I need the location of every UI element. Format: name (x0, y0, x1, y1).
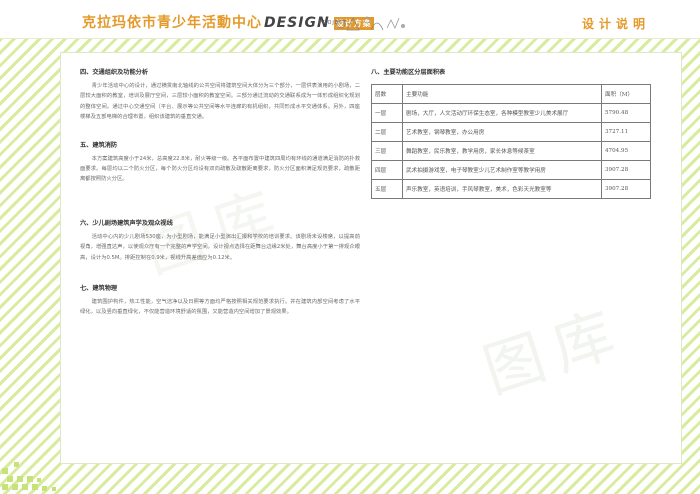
table-cell: 五层 (371, 179, 403, 199)
section-8-title: 八、主要功能区分层面积表 (371, 69, 446, 76)
table-header-cell: 面积（M） (601, 84, 651, 104)
table-cell: 一层 (371, 103, 403, 123)
page-title: 设计说明 (582, 17, 651, 31)
table-cell: 声乐教室，英语培训，手风琴教室，美术，色彩天光教室等 (402, 179, 602, 199)
table-cell: 3727.11 (601, 122, 651, 142)
content-sheet: 图库 图库 四、交通组织及功能分析 青少年活动中心的设计，通过横贯南北轴线的公共… (60, 52, 682, 464)
section-6-title: 六、少儿剧场建筑声学及观众视线 (80, 219, 173, 227)
section-4-title: 四、交通组织及功能分析 (80, 69, 149, 76)
decorative-sketch-icon (336, 16, 405, 31)
table-row: 二层 艺术教室，钢琴教室，办公用房 3727.11 (371, 122, 651, 142)
section-7-title: 七、建筑物理 (80, 285, 118, 293)
table-cell: 二层 (371, 122, 403, 142)
table-cell: 3907.28 (601, 179, 651, 199)
section-5-text: 本方案建筑高度小于24米，总高度22.8米，耐火等级一级。各平面布置中建筑四周均… (80, 155, 360, 183)
table-row: 四层 武术拍摄游戏室，电子琴教室少儿艺术制作室等教学用房 3907.28 (371, 160, 651, 180)
pixel-pattern-decoration (2, 462, 56, 491)
left-column: 四、交通组织及功能分析 青少年活动中心的设计，通过横贯南北轴线的公共空间将建筑空… (80, 67, 360, 318)
table-row: 三层 舞蹈教室，民乐教室，教学用房，家长休息等候茶室 4704.95 (371, 141, 651, 161)
table-cell: 剧场，大厅，人文活动厅环保生态室，各种模型教室少儿美术展厅 (402, 103, 602, 123)
brand-title: 克拉玛依市青少年活動中心 (82, 15, 262, 31)
table-cell: 5790.48 (601, 103, 651, 123)
table-cell: 艺术教室，钢琴教室，办公用房 (402, 122, 602, 142)
table-cell: 武术拍摄游戏室，电子琴教室少儿艺术制作室等教学用房 (402, 160, 602, 180)
table-header-cell: 层数 (371, 84, 403, 104)
table-row: 一层 剧场，大厅，人文活动厅环保生态室，各种模型教室少儿美术展厅 5790.48 (371, 103, 651, 123)
table-cell: 3907.28 (601, 160, 651, 180)
table-header-cell: 主要功能 (402, 84, 602, 104)
area-table: 层数 主要功能 面积（M） 一层 剧场，大厅，人文活动厅环保生态室，各种模型教室… (371, 84, 651, 199)
section-7-text: 建筑围护构件，热工性能，空气洁净以及日照等方面均严格按照相关规范要求执行。并在建… (80, 299, 360, 316)
table-row: 五层 声乐教室，英语培训，手风琴教室，美术，色彩天光教室等 3907.28 (371, 179, 651, 199)
watermark-right: 图库 (475, 296, 634, 408)
table-header-row: 层数 主要功能 面积（M） (371, 84, 651, 104)
table-cell: 四层 (371, 160, 403, 180)
right-column: 八、主要功能区分层面积表 层数 主要功能 面积（M） 一层 剧场，大厅，人文活动… (371, 67, 671, 199)
table-cell: 三层 (371, 141, 403, 161)
table-cell: 4704.95 (601, 141, 651, 161)
section-4-text: 青少年活动中心的设计，通过横贯南北轴线的公共空间将建筑空间大体分为三个部分，一层… (80, 83, 360, 121)
header-bar: 克拉玛依市青少年活動中心 DESIGN 设计方案 PROJECT 设计说明 (0, 0, 700, 39)
section-6-text: 活动中心内的少儿剧场530座，为小型剧场，能满足小型演出汇报和学校的培训要求。该… (80, 233, 360, 261)
section-5-title: 五、建筑消防 (80, 141, 118, 149)
table-cell: 舞蹈教室，民乐教室，教学用房，家长休息等候茶室 (402, 141, 602, 161)
